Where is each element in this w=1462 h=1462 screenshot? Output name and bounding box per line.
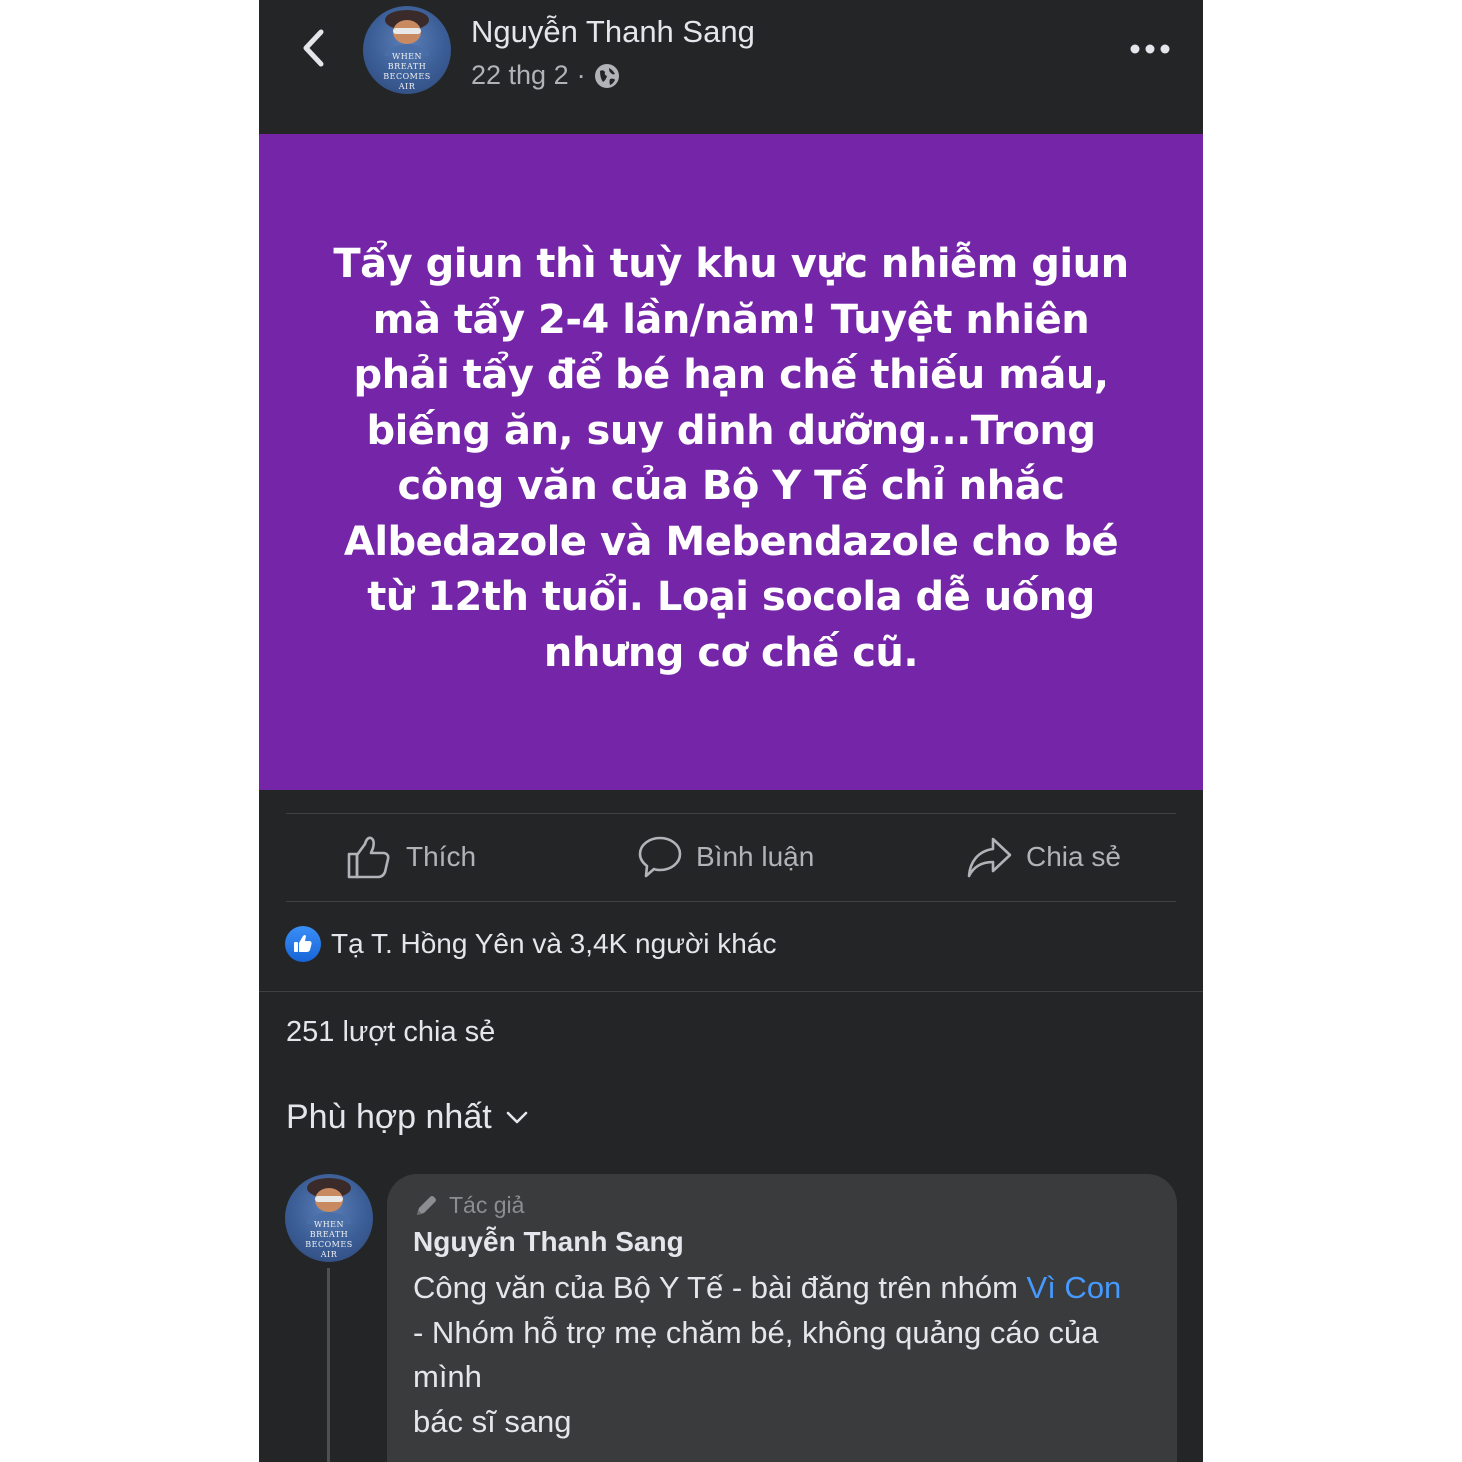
post-content-card: Tẩy giun thì tuỳ khu vực nhiễm giun mà t… bbox=[259, 134, 1203, 790]
comment-button[interactable]: Bình luận bbox=[638, 814, 814, 900]
share-arrow-icon bbox=[967, 837, 1012, 878]
avatar-text-4: AIR bbox=[398, 82, 416, 91]
globe-icon bbox=[594, 63, 619, 88]
share-count[interactable]: 251 lượt chia sẻ bbox=[286, 1016, 495, 1049]
like-label: Thích bbox=[406, 841, 477, 872]
author-badge: Tác giả bbox=[413, 1192, 524, 1219]
more-horizontal-icon bbox=[1130, 44, 1170, 54]
author-badge-label: Tác giả bbox=[449, 1192, 525, 1218]
comment-avatar-text-4: AIR bbox=[320, 1250, 338, 1259]
avatar-text-2: BREATH bbox=[387, 62, 427, 71]
chevron-down-icon bbox=[506, 1111, 527, 1123]
comment-text: Công văn của Bộ Y Tế - bài đăng trên nhó… bbox=[413, 1266, 1133, 1444]
post-meta: 22 thg 2 · bbox=[471, 60, 620, 91]
post-text: Tẩy giun thì tuỳ khu vực nhiễm giun mà t… bbox=[333, 241, 1129, 676]
comment-thread-line bbox=[327, 1268, 330, 1462]
author-avatar[interactable]: WHEN BREATH BECOMES AIR bbox=[363, 6, 451, 94]
comment-author-name[interactable]: Nguyễn Thanh Sang bbox=[413, 1226, 684, 1258]
reactions-text: Tạ T. Hồng Yên và 3,4K người khác bbox=[331, 928, 777, 959]
chevron-left-icon bbox=[303, 29, 324, 67]
action-bar: Thích Bình luận Chia sẻ bbox=[286, 814, 1176, 900]
post-header: WHEN BREATH BECOMES AIR Nguyễn Thanh San… bbox=[259, 0, 1203, 134]
comment-avatar-text-1: WHEN bbox=[313, 1220, 345, 1229]
pen-icon bbox=[417, 1195, 436, 1215]
sort-label: Phù hợp nhất bbox=[286, 1098, 492, 1136]
avatar-text-1: WHEN bbox=[391, 52, 423, 61]
comment-avatar-text-3: BECOMES bbox=[305, 1240, 353, 1249]
comment-author-avatar[interactable]: WHEN BREATH BECOMES AIR bbox=[285, 1174, 373, 1262]
author-name[interactable]: Nguyễn Thanh Sang bbox=[471, 14, 755, 50]
divider-bottom bbox=[286, 901, 1176, 902]
comment-signature: bác sĩ sang bbox=[413, 1403, 572, 1439]
comment-sort-dropdown[interactable]: Phù hợp nhất bbox=[286, 1098, 528, 1137]
reactions-summary[interactable]: Tạ T. Hồng Yên và 3,4K người khác bbox=[285, 926, 776, 962]
comment-bubble-icon bbox=[638, 836, 682, 878]
post-date[interactable]: 22 thg 2 bbox=[471, 60, 569, 91]
more-options-button[interactable] bbox=[1125, 34, 1175, 64]
comment-text-part1: Công văn của Bộ Y Tế - bài đăng trên nhó… bbox=[413, 1270, 1027, 1305]
comment-bubble[interactable]: Tác giả Nguyễn Thanh Sang Công văn của B… bbox=[387, 1174, 1177, 1462]
divider-reactions bbox=[259, 991, 1203, 992]
comment-label: Bình luận bbox=[696, 841, 815, 872]
like-button[interactable]: Thích bbox=[346, 814, 476, 900]
comment-avatar-text-2: BREATH bbox=[309, 1230, 349, 1239]
post-screen: WHEN BREATH BECOMES AIR Nguyễn Thanh San… bbox=[259, 0, 1203, 1462]
comment-text-part2: - Nhóm hỗ trợ mẹ chăm bé, không quảng cá… bbox=[413, 1314, 1099, 1395]
thumbs-up-icon bbox=[347, 836, 390, 879]
avatar-text-3: BECOMES bbox=[383, 72, 431, 81]
back-button[interactable] bbox=[293, 28, 333, 68]
group-link[interactable]: Vì Con bbox=[1027, 1270, 1122, 1305]
share-button[interactable]: Chia sẻ bbox=[966, 814, 1121, 900]
share-label: Chia sẻ bbox=[1026, 841, 1121, 872]
meta-separator: · bbox=[576, 60, 586, 90]
like-reaction-icon bbox=[285, 926, 321, 962]
